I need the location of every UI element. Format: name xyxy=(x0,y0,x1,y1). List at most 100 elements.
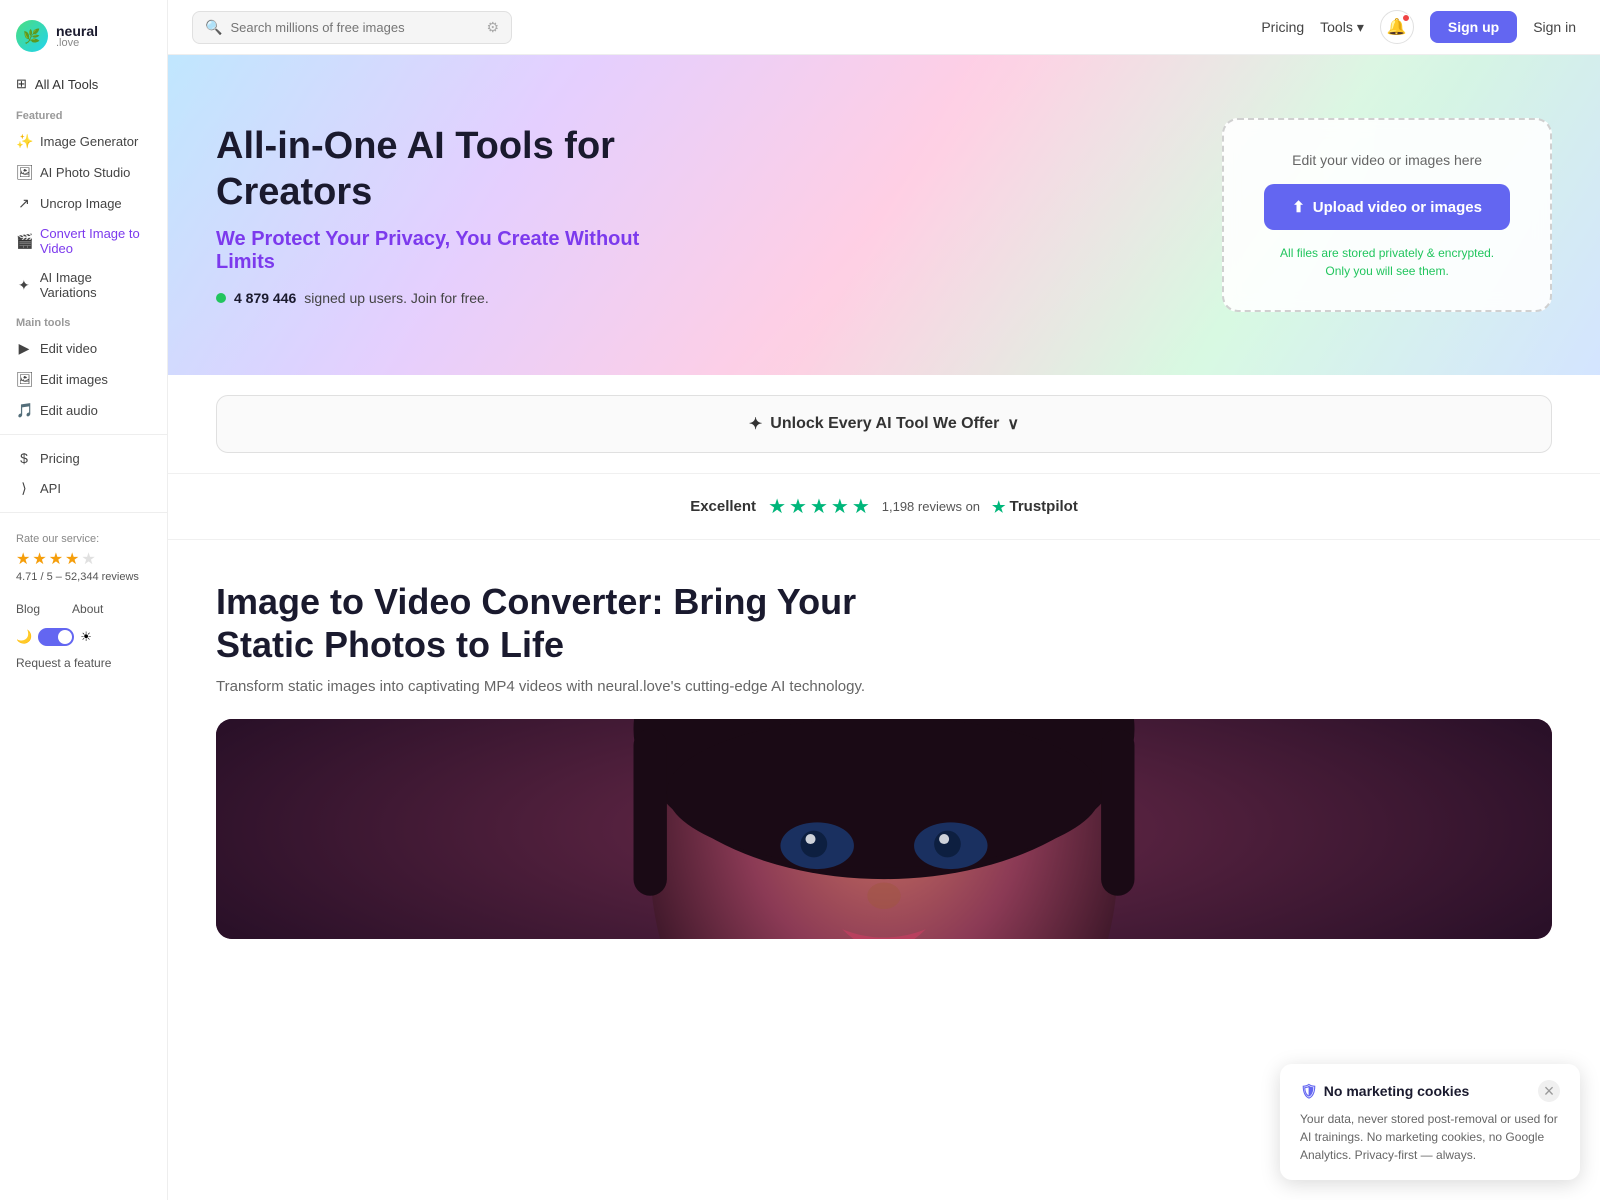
blog-link[interactable]: Blog xyxy=(0,597,56,621)
cookie-text: Your data, never stored post-removal or … xyxy=(1300,1110,1560,1164)
logo-icon: 🌿 xyxy=(16,20,48,52)
upload-label: Edit your video or images here xyxy=(1292,152,1482,168)
sidebar-item-uncrop-image[interactable]: ↗ Uncrop Image xyxy=(0,188,167,219)
tp-star-5: ★ xyxy=(852,494,870,519)
content-section: Image to Video Converter: Bring Your Sta… xyxy=(168,540,1600,979)
sidebar-item-edit-audio[interactable]: 🎵 Edit audio xyxy=(0,395,167,426)
trustpilot-label: Trustpilot xyxy=(1009,498,1077,515)
sidebar-item-image-generator[interactable]: ✨ Image Generator xyxy=(0,126,167,157)
logo-text: neural .love xyxy=(56,23,98,49)
sidebar-item-ai-photo-studio[interactable]: 🖼 AI Photo Studio xyxy=(0,157,167,188)
request-feature-link[interactable]: Request a feature xyxy=(0,651,167,675)
play-icon: ▶ xyxy=(16,340,32,357)
hero-title: All-in-One AI Tools for Creators xyxy=(216,124,696,215)
sidebar: 🌿 neural .love ⊞ All AI Tools Featured ✨… xyxy=(0,0,168,1200)
sidebar-item-image-variations[interactable]: ✦ AI Image Variations xyxy=(0,263,167,307)
unlock-label: Unlock Every AI Tool We Offer xyxy=(770,415,999,433)
signin-link[interactable]: Sign in xyxy=(1533,19,1576,35)
sparkles-icon: ✦ xyxy=(749,414,762,434)
pricing-link[interactable]: Pricing xyxy=(1261,19,1304,35)
secure-line2: Only you will see them. xyxy=(1325,264,1448,278)
search-input[interactable] xyxy=(230,20,478,35)
rate-section: Rate our service: ★ ★ ★ ★ ★ 4.71 / 5 – 5… xyxy=(0,521,167,595)
grid-icon: ⊞ xyxy=(16,76,27,92)
audio-icon: 🎵 xyxy=(16,402,32,419)
toggle-switch[interactable] xyxy=(38,628,74,646)
upload-icon: ⬆ xyxy=(1292,198,1305,216)
request-label: Request a feature xyxy=(16,656,111,670)
users-text: signed up users. Join for free. xyxy=(304,290,488,306)
main-tools-section-label: Main tools xyxy=(0,307,167,333)
hero-content: All-in-One AI Tools for Creators We Prot… xyxy=(216,124,696,305)
search-icon: 🔍 xyxy=(205,19,222,36)
moon-icon: 🌙 xyxy=(16,629,32,645)
pricing-label: Pricing xyxy=(40,451,80,466)
hero-section: All-in-One AI Tools for Creators We Prot… xyxy=(168,55,1600,375)
sidebar-item-convert-image-to-video[interactable]: 🎬 Convert Image to Video xyxy=(0,219,167,263)
shield-icon: 🛡 xyxy=(1300,1083,1318,1100)
unlock-arrow-icon: ∨ xyxy=(1007,414,1019,434)
tp-star-4: ★ xyxy=(831,494,849,519)
tools-button[interactable]: Tools ▾ xyxy=(1320,19,1364,36)
cookie-close-button[interactable]: × xyxy=(1538,1080,1560,1102)
stars: ★ ★ ★ ★ ★ xyxy=(16,549,151,569)
excellent-label: Excellent xyxy=(690,498,756,515)
photo-icon: 🖼 xyxy=(16,164,32,181)
cookie-title: 🛡 No marketing cookies xyxy=(1300,1083,1469,1100)
notification-button[interactable]: 🔔 xyxy=(1380,10,1414,44)
cookie-notice: 🛡 No marketing cookies × Your data, neve… xyxy=(1280,1064,1580,1180)
logo[interactable]: 🌿 neural .love xyxy=(0,12,167,68)
star-3: ★ xyxy=(49,549,63,569)
reviews-text: 1,198 reviews on xyxy=(882,499,980,514)
trustpilot-section: Excellent ★ ★ ★ ★ ★ 1,198 reviews on ★ T… xyxy=(168,473,1600,540)
about-link[interactable]: About xyxy=(56,597,119,621)
upload-secure-notice: All files are stored privately & encrypt… xyxy=(1280,246,1494,278)
tp-logo-star: ★ xyxy=(992,498,1005,516)
upload-card: Edit your video or images here ⬆ Upload … xyxy=(1222,118,1552,312)
image-edit-icon: 🖼 xyxy=(16,371,32,388)
sun-icon: ☀ xyxy=(80,629,92,645)
signup-button[interactable]: Sign up xyxy=(1430,11,1517,43)
unlock-button[interactable]: ✦ Unlock Every AI Tool We Offer ∨ xyxy=(216,395,1552,453)
online-dot xyxy=(216,293,226,303)
video-icon: 🎬 xyxy=(16,233,32,250)
sidebar-item-api[interactable]: ⟩ API xyxy=(0,473,167,504)
star-5: ★ xyxy=(81,549,95,569)
star-1: ★ xyxy=(16,549,30,569)
tp-star-2: ★ xyxy=(789,494,807,519)
hero-subtitle: We Protect Your Privacy, You Create With… xyxy=(216,228,696,274)
sidebar-item-all-tools[interactable]: ⊞ All AI Tools xyxy=(0,68,167,100)
tools-arrow-icon: ▾ xyxy=(1357,19,1364,36)
cookie-header: 🛡 No marketing cookies × xyxy=(1300,1080,1560,1102)
trustpilot-stars: ★ ★ ★ ★ ★ xyxy=(768,494,870,519)
trustpilot-logo[interactable]: ★ Trustpilot xyxy=(992,498,1078,516)
users-count: 4 879 446 xyxy=(234,290,296,306)
ai-photo-studio-label: AI Photo Studio xyxy=(40,165,130,180)
upload-button[interactable]: ⬆ Upload video or images xyxy=(1264,184,1510,230)
notification-dot xyxy=(1402,14,1410,22)
all-tools-label: All AI Tools xyxy=(35,77,98,92)
sidebar-item-edit-images[interactable]: 🖼 Edit images xyxy=(0,364,167,395)
secure-line1: All files are stored privately & encrypt… xyxy=(1280,246,1494,260)
rate-score: 4.71 / 5 – 52,344 reviews xyxy=(16,571,151,583)
cookie-title-text: No marketing cookies xyxy=(1324,1083,1470,1099)
star-4: ★ xyxy=(65,549,79,569)
image-generator-label: Image Generator xyxy=(40,134,138,149)
sidebar-item-pricing[interactable]: $ Pricing xyxy=(0,443,167,473)
theme-toggle[interactable]: 🌙 ☀ xyxy=(0,623,167,651)
toggle-thumb xyxy=(58,630,72,644)
convert-video-label: Convert Image to Video xyxy=(40,226,151,256)
search-bar[interactable]: 🔍 ⚙ xyxy=(192,11,512,44)
tp-star-3: ★ xyxy=(810,494,828,519)
tools-label: Tools xyxy=(1320,19,1353,35)
featured-section-label: Featured xyxy=(0,100,167,126)
upload-btn-label: Upload video or images xyxy=(1313,199,1482,216)
api-label: API xyxy=(40,481,61,496)
image-variations-label: AI Image Variations xyxy=(40,270,151,300)
main-content: 🔍 ⚙ Pricing Tools ▾ 🔔 Sign up Sign in Al… xyxy=(168,0,1600,1200)
filter-icon[interactable]: ⚙ xyxy=(486,19,499,36)
uncrop-label: Uncrop Image xyxy=(40,196,122,211)
variations-icon: ✦ xyxy=(16,277,32,294)
sidebar-item-edit-video[interactable]: ▶ Edit video xyxy=(0,333,167,364)
header-right: Pricing Tools ▾ 🔔 Sign up Sign in xyxy=(1261,10,1576,44)
